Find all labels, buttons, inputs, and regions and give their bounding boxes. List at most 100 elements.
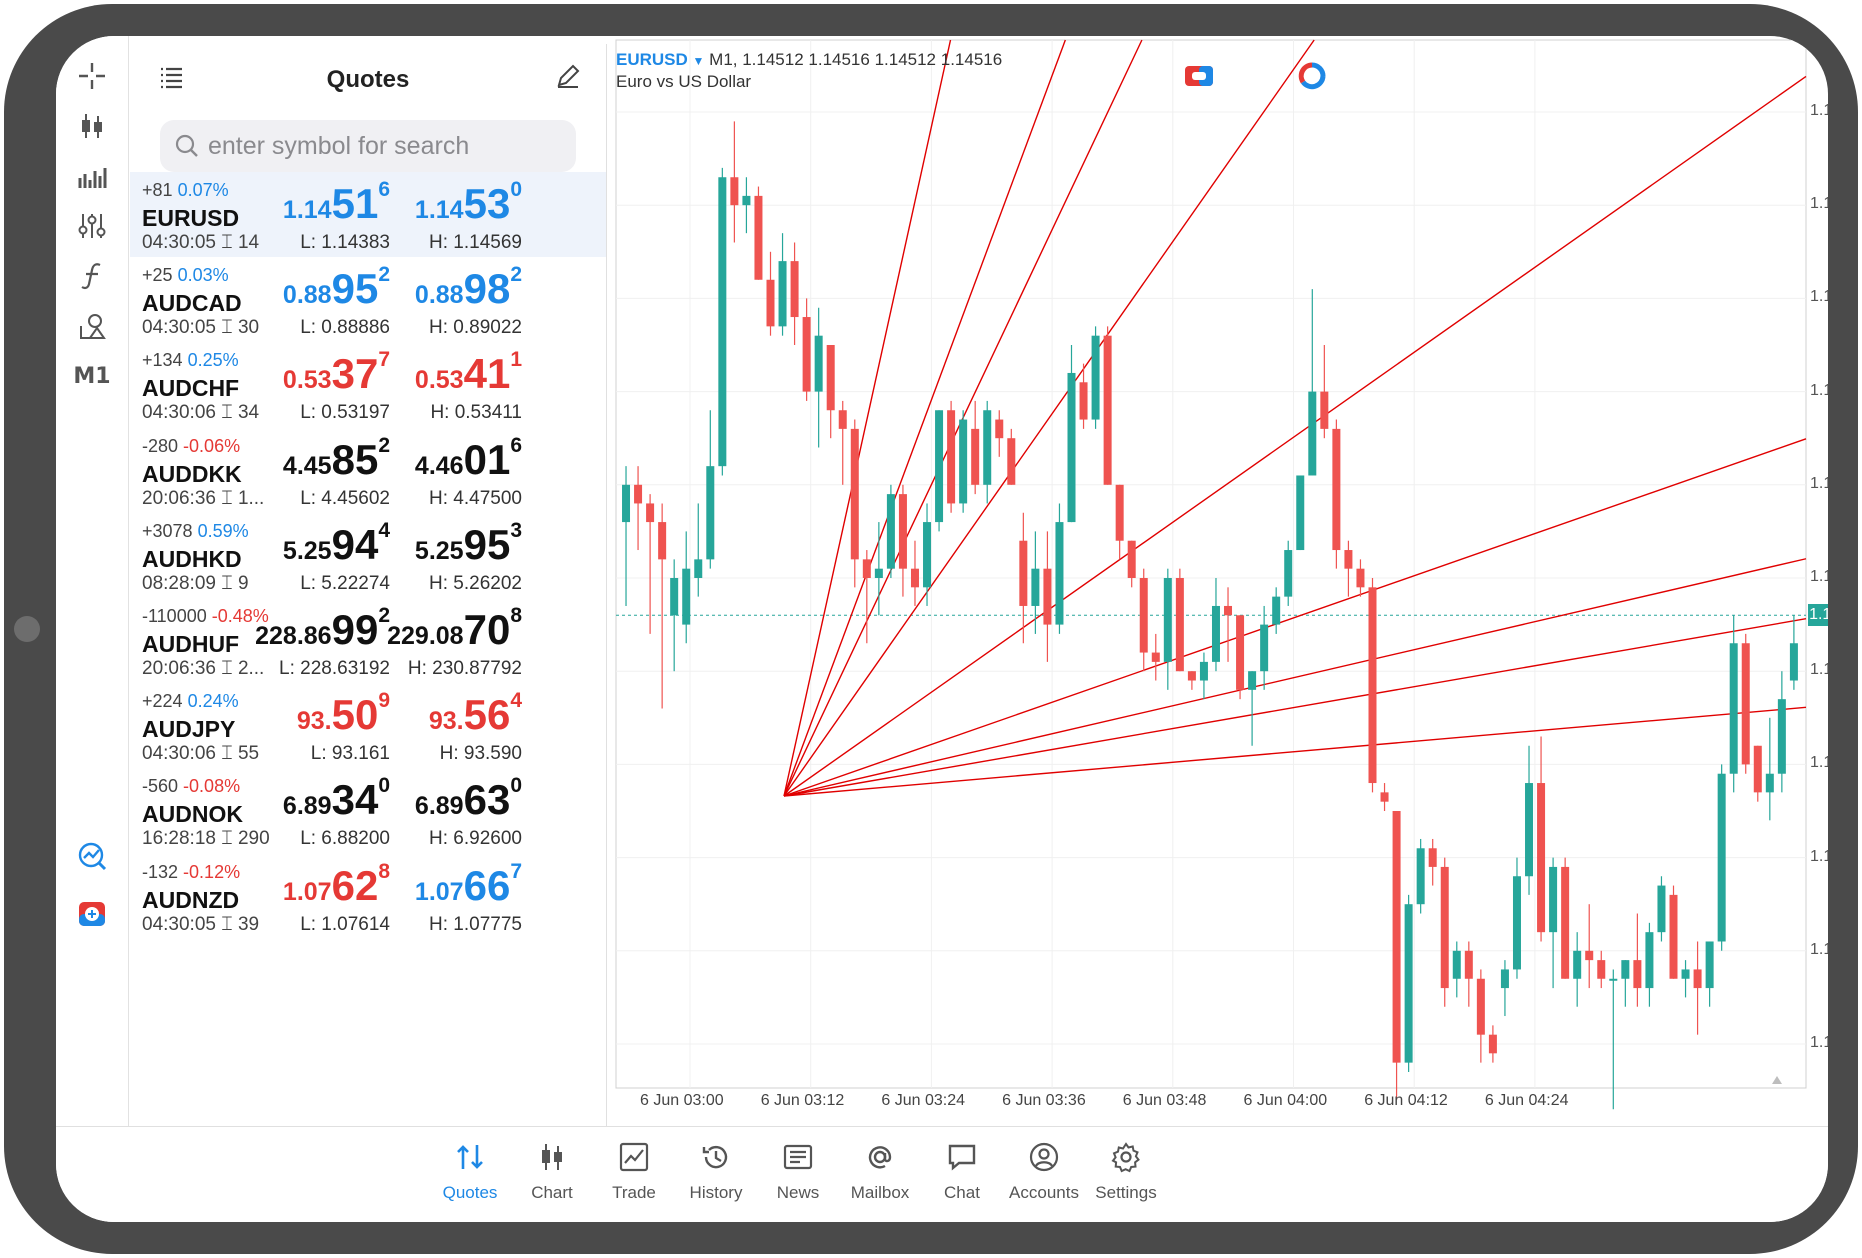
candle-body [886, 494, 895, 569]
candle-body [706, 466, 715, 560]
candle-body [1211, 605, 1220, 662]
candle-body [1272, 596, 1281, 625]
candle-body [1260, 624, 1269, 672]
quote-time-value: 08:28:09 [142, 572, 216, 594]
tab-label: Settings [1095, 1183, 1157, 1202]
candle-body [1500, 969, 1509, 989]
candle-body [923, 522, 932, 588]
price-prefix: 93. [296, 707, 332, 736]
candle-body [838, 410, 847, 429]
candle-body [1633, 960, 1642, 989]
quote-row[interactable]: -560 -0.08% AUDNOK 16:28:18 ⌶ 290 6.89340 6.… [130, 768, 606, 853]
quote-time-value: 04:30:05 [142, 232, 216, 253]
y-tick-label: 1.14560 [1810, 195, 1828, 213]
quote-row[interactable]: -132 -0.12% AUDNZD 04:30:05 ⌶ 39 1.07628 1.0… [130, 854, 606, 939]
y-tick-label: 1.14570 [1810, 102, 1828, 119]
quote-row[interactable]: -110000 -0.48% AUDHUF 20:06:36 ⌶ 2... 228.8… [130, 598, 606, 683]
ask-price[interactable]: 6.89630 [342, 774, 522, 824]
price-pips: 70 [463, 606, 511, 653]
edit-pencil-icon[interactable] [554, 62, 582, 95]
trade-chart-icon [619, 1142, 649, 1172]
candle-body [971, 428, 980, 485]
candle-body [1296, 475, 1305, 551]
ask-price[interactable]: 0.53411 [342, 348, 522, 398]
candle-body [1464, 950, 1473, 979]
candle-body [935, 410, 944, 523]
price-pips: 98 [463, 265, 511, 313]
quote-row[interactable]: +134 0.25% AUDCHF 04:30:06 ⌶ 34 0.53377 0.53… [130, 342, 606, 427]
symbol-search-input[interactable]: enter symbol for search [160, 120, 576, 172]
candle-body [1416, 848, 1425, 905]
indicators-icon[interactable] [56, 150, 128, 202]
candlestick-type-icon[interactable] [56, 100, 128, 152]
quote-row[interactable]: +224 0.24% AUDJPY 04:30:06 ⌶ 55 93.509 93.56… [130, 683, 606, 768]
function-icon[interactable] [56, 250, 128, 302]
trade-signal-icon[interactable] [56, 830, 128, 882]
quote-time-value: 04:30:05 [142, 913, 216, 935]
price-fraction: 7 [510, 859, 522, 883]
quotes-panel: Quotes enter symbol for search +81 0.07%… [130, 44, 607, 1126]
current-price-label: 1.14516 [1808, 604, 1828, 627]
tab-settings[interactable]: Settings [1078, 1127, 1174, 1222]
candle-body [694, 559, 703, 578]
price-prefix: 4.46 [414, 451, 464, 480]
quote-row[interactable]: +3078 0.59% AUDHKD 08:28:09 ⌶ 9 5.25944 5.25… [130, 513, 606, 598]
timeframe-button[interactable]: M1 [56, 350, 128, 402]
candle-body [1392, 811, 1401, 1063]
price-fraction: 0 [510, 774, 522, 798]
price-prefix: 4.45 [282, 451, 332, 480]
settings-sliders-icon[interactable] [56, 200, 128, 252]
candle-body [1284, 550, 1293, 597]
chart-canvas[interactable] [608, 36, 1828, 1126]
candle-body [1645, 932, 1654, 989]
ask-price[interactable]: 229.08708 [342, 604, 522, 654]
objects-icon[interactable] [56, 300, 128, 352]
ask-price[interactable]: 5.25953 [342, 519, 522, 569]
candle-body [1175, 578, 1184, 672]
price-chart[interactable]: EURUSD ▼ M1, 1.14512 1.14516 1.14512 1.1… [608, 36, 1828, 1126]
quote-time-value: 04:30:05 [142, 317, 216, 339]
price-pips: 63 [463, 776, 511, 824]
candle-body [742, 195, 751, 206]
ask-price[interactable]: 93.564 [342, 689, 522, 739]
quote-row[interactable]: -280 -0.06% AUDDKK 20:06:36 ⌶ 1... 4.45852 4… [130, 428, 606, 513]
chat-bubble-icon [948, 1144, 976, 1171]
ask-price[interactable]: 0.88982 [342, 263, 522, 313]
chart-symbol-header[interactable]: EURUSD ▼ M1, 1.14512 1.14516 1.14512 1.1… [616, 50, 1002, 70]
y-tick-label: 1.14530 [1810, 474, 1828, 492]
price-prefix: 93. [428, 707, 464, 736]
price-fraction: 6 [510, 433, 522, 457]
timeframe-label: M1 [73, 363, 111, 389]
candle-body [718, 177, 727, 467]
candle-body [898, 494, 907, 569]
price-pips: 53 [463, 180, 511, 227]
quote-high: H: 1.07775 [429, 913, 522, 935]
x-tick-label: 6 Jun 03:00 [640, 1092, 724, 1109]
candle-body [983, 410, 992, 485]
quote-row[interactable]: +25 0.03% AUDCAD 04:30:05 ⌶ 30 0.88952 0.889… [130, 257, 606, 342]
one-click-trade-icon[interactable] [56, 888, 128, 940]
change-points: +81 [142, 180, 173, 200]
crosshair-icon[interactable] [56, 50, 128, 102]
quote-time-value: 20:06:36 [142, 487, 216, 509]
bottom-tab-bar: Quotes Chart Trade History News Mailbox Chat Ac… [56, 1126, 1828, 1222]
ask-price[interactable]: 4.46016 [342, 433, 522, 484]
chart-toolbar: M1 [56, 36, 129, 1126]
news-icon [783, 1144, 813, 1170]
change-points: -560 [142, 776, 179, 797]
x-tick-label: 6 Jun 03:36 [1002, 1092, 1086, 1109]
price-pips: 66 [463, 861, 511, 909]
candle-body [1729, 643, 1738, 774]
ask-price[interactable]: 1.14530 [342, 178, 522, 228]
candle-body [1332, 428, 1341, 551]
y-tick-label: 1.14510 [1810, 661, 1828, 679]
x-tick-label: 6 Jun 04:24 [1484, 1092, 1569, 1109]
price-fraction: 0 [510, 178, 522, 201]
ask-price[interactable]: 1.07667 [342, 859, 522, 910]
candle-body [1621, 960, 1630, 979]
quote-row[interactable]: +81 0.07% EURUSD 04:30:05 ⌶ 14 1.14516 1.145… [130, 172, 606, 257]
y-tick-label: 1.14540 [1810, 381, 1828, 399]
candle-body [1043, 568, 1052, 625]
quote-time-value: 20:06:36 [142, 658, 216, 679]
price-pips: 41 [463, 350, 511, 398]
